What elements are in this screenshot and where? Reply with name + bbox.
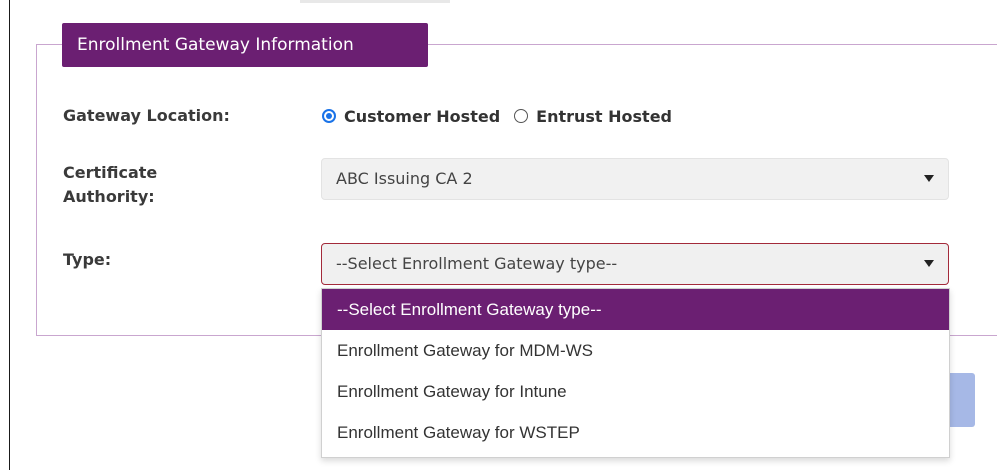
- type-label: Type:: [63, 250, 112, 269]
- top-edge-fragment: [300, 0, 450, 3]
- radio-entrust-hosted-label[interactable]: Entrust Hosted: [536, 107, 672, 126]
- certificate-authority-label: Certificate Authority:: [63, 161, 157, 209]
- certificate-authority-label-line2: Authority:: [63, 187, 155, 206]
- dropdown-option-mdm-ws[interactable]: Enrollment Gateway for MDM-WS: [322, 330, 949, 371]
- dropdown-option-intune[interactable]: Enrollment Gateway for Intune: [322, 371, 949, 412]
- frame-left-border: [9, 0, 10, 470]
- certificate-authority-value: ABC Issuing CA 2: [336, 169, 473, 188]
- type-select-value: --Select Enrollment Gateway type--: [336, 254, 618, 273]
- radio-customer-hosted-label[interactable]: Customer Hosted: [344, 107, 500, 126]
- gateway-location-radio-group: Customer Hosted Entrust Hosted: [322, 104, 672, 128]
- dropdown-option-wstep[interactable]: Enrollment Gateway for WSTEP: [322, 412, 949, 453]
- type-dropdown-list: --Select Enrollment Gateway type-- Enrol…: [321, 288, 950, 458]
- chevron-down-icon: [924, 175, 934, 182]
- certificate-authority-label-line1: Certificate: [63, 163, 158, 182]
- section-legend: Enrollment Gateway Information: [62, 23, 428, 67]
- gateway-location-label: Gateway Location:: [63, 106, 230, 125]
- type-select[interactable]: --Select Enrollment Gateway type--: [321, 243, 949, 285]
- radio-entrust-hosted[interactable]: [514, 109, 529, 123]
- certificate-authority-select[interactable]: ABC Issuing CA 2: [321, 158, 949, 200]
- radio-customer-hosted[interactable]: [322, 109, 336, 123]
- dropdown-option-select-type[interactable]: --Select Enrollment Gateway type--: [322, 289, 949, 330]
- hidden-action-button[interactable]: [949, 373, 975, 427]
- chevron-down-icon: [924, 260, 934, 267]
